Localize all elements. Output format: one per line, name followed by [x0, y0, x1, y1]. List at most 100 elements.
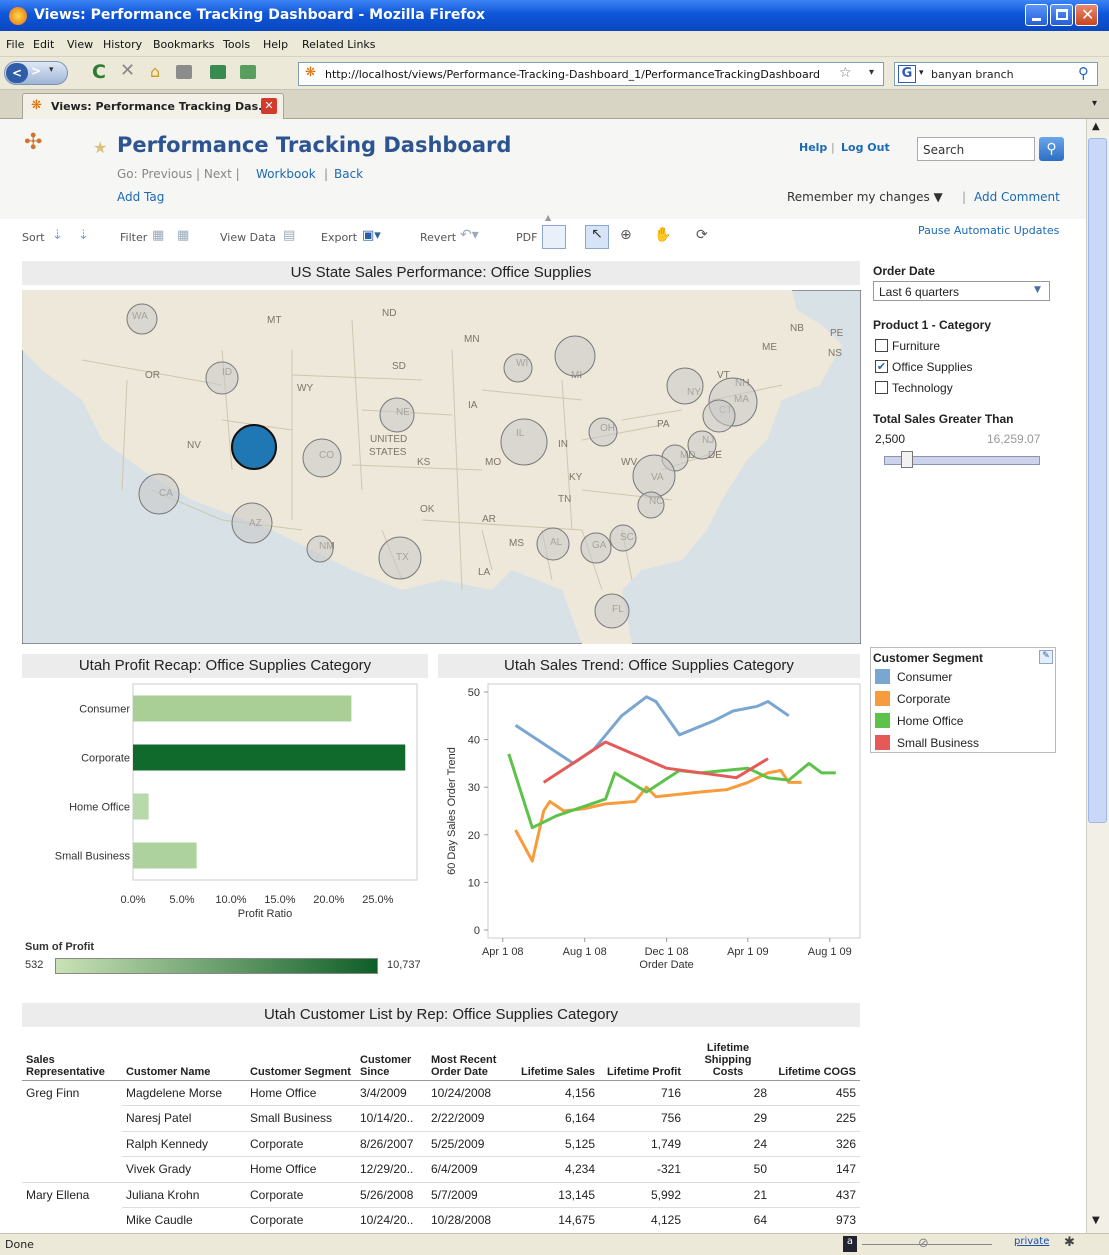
state-bubble-az[interactable]: [231, 502, 273, 544]
home-icon[interactable]: ⌂: [150, 62, 160, 81]
order-date-dropdown-icon[interactable]: ▼: [1034, 285, 1041, 295]
state-bubble-ne[interactable]: [379, 397, 415, 433]
forward-arrow-icon[interactable]: >: [31, 64, 41, 78]
table-row[interactable]: Vivek Grady Home Office 12/29/20.. 6/4/2009…: [22, 1156, 860, 1183]
state-bubble-nj[interactable]: [687, 430, 717, 460]
state-bubble-ny[interactable]: [666, 367, 704, 405]
col-customer-segment[interactable]: Customer Segment: [246, 1030, 356, 1081]
bug-icon[interactable]: ✱: [1064, 1235, 1075, 1250]
tab-list-icon[interactable]: ▾: [1092, 98, 1097, 109]
view-data-icon[interactable]: ▤: [283, 228, 295, 243]
addon-status-icon[interactable]: a: [843, 1236, 857, 1252]
menu-view[interactable]: View: [67, 38, 93, 51]
engine-dropdown-icon[interactable]: ▾: [919, 68, 924, 78]
profit-bar-corporate[interactable]: [133, 744, 406, 771]
office-supplies-checkbox[interactable]: ✔: [875, 360, 888, 373]
browser-tab[interactable]: ❋ Views: Performance Tracking Das... ✕: [22, 93, 284, 119]
col-lifetime-profit[interactable]: Lifetime Profit: [599, 1030, 685, 1081]
state-bubble-nc[interactable]: [637, 491, 665, 519]
us-sales-map[interactable]: WAMTNDMNSDORIDWYNEIAWIMINVUNITEDSTATESKS…: [22, 290, 861, 644]
print-icon[interactable]: [176, 65, 192, 79]
sort-asc-icon[interactable]: ⇣: [52, 228, 63, 243]
workbook-link[interactable]: Workbook: [256, 167, 316, 181]
help-link[interactable]: Help: [799, 141, 827, 154]
stop-icon[interactable]: ✕: [120, 60, 135, 81]
col-sales-rep[interactable]: Sales Representative: [22, 1030, 122, 1081]
favorite-star-icon[interactable]: ★: [93, 138, 107, 157]
view-data-label[interactable]: View Data: [220, 231, 276, 244]
legend-label-corporate[interactable]: Corporate: [897, 692, 950, 706]
state-bubble-fl[interactable]: [594, 593, 630, 629]
state-bubble-nm[interactable]: [306, 535, 334, 563]
scroll-up-icon[interactable]: ▲: [1092, 121, 1100, 132]
bookmark-star-icon[interactable]: ☆: [839, 65, 852, 81]
pause-updates-link[interactable]: Pause Automatic Updates: [918, 224, 1059, 237]
pdf-label[interactable]: PDF: [516, 231, 537, 244]
state-bubble-oh[interactable]: [588, 417, 618, 447]
export-label[interactable]: Export: [321, 231, 357, 244]
url-dropdown-icon[interactable]: ▾: [869, 67, 874, 78]
go-prev-next[interactable]: Go: Previous | Next |: [117, 167, 240, 181]
order-date-select[interactable]: Last 6 quarters ▼: [873, 281, 1050, 301]
state-bubble-mi[interactable]: [554, 335, 596, 377]
legend-label-consumer[interactable]: Consumer: [897, 670, 952, 684]
tab-close-icon[interactable]: ✕: [261, 98, 277, 114]
revert-icon[interactable]: ↶▾: [460, 227, 479, 243]
maximize-button[interactable]: [1050, 4, 1073, 26]
state-bubble-ut[interactable]: [231, 424, 277, 470]
scroll-down-icon[interactable]: ▼: [1092, 1215, 1100, 1226]
site-search-input[interactable]: Search: [917, 137, 1035, 161]
google-icon[interactable]: G: [898, 65, 916, 83]
reload-icon[interactable]: C: [92, 61, 106, 83]
profit-bar-consumer[interactable]: [133, 695, 352, 722]
menu-bookmarks[interactable]: Bookmarks: [153, 38, 214, 51]
sales-trend-chart[interactable]: 0 10 20 30 40 50 Apr 1 08 Aug 1 08 Dec 1 08 Apr 1…: [438, 682, 862, 977]
refresh-data-icon[interactable]: ⟳: [696, 227, 708, 243]
zoom-reset-icon[interactable]: ⊘: [918, 1236, 929, 1251]
profit-bar-chart[interactable]: Consumer Corporate Home Office Small Busine…: [22, 682, 432, 922]
state-bubble-va[interactable]: [632, 454, 676, 498]
table-row[interactable]: Ralph Kennedy Corporate 8/26/2007 5/25/2009…: [22, 1131, 860, 1157]
state-bubble-sc[interactable]: [609, 524, 637, 552]
site-search-button[interactable]: ⚲: [1039, 137, 1064, 161]
profit-bar-home-office[interactable]: [133, 793, 149, 820]
filter-keep-icon[interactable]: ▦: [152, 228, 164, 243]
close-window-button[interactable]: ✕: [1075, 4, 1098, 26]
table-row[interactable]: Mary Ellena Juliana Krohn Corporate 5/26/20…: [22, 1182, 860, 1208]
pdf-print-icon[interactable]: [542, 225, 566, 249]
state-bubble-wa[interactable]: [126, 303, 158, 335]
state-bubble-il[interactable]: [500, 418, 548, 466]
menu-help[interactable]: Help: [263, 38, 288, 51]
pan-tool-icon[interactable]: ✋: [654, 227, 671, 243]
menu-history[interactable]: History: [103, 38, 142, 51]
col-lifetime-cogs[interactable]: Lifetime COGS: [771, 1030, 860, 1081]
legend-label-home-office[interactable]: Home Office: [897, 714, 963, 728]
state-bubble-tx[interactable]: [378, 536, 422, 580]
col-customer-name[interactable]: Customer Name: [122, 1030, 246, 1081]
legend-edit-icon[interactable]: ✎: [1039, 650, 1053, 664]
addon-tool-icon[interactable]: [240, 65, 256, 79]
menu-tools[interactable]: Tools: [223, 38, 250, 51]
technology-checkbox[interactable]: [875, 381, 888, 394]
web-search-magnifier-icon[interactable]: ⚲: [1078, 64, 1089, 82]
remember-changes-dropdown[interactable]: Remember my changes ▼: [787, 190, 943, 204]
col-most-recent-order[interactable]: Most Recent Order Date: [427, 1030, 509, 1081]
filter-exclude-icon[interactable]: ▦: [177, 228, 189, 243]
profit-bar-small-business[interactable]: [133, 842, 197, 869]
add-tag-link[interactable]: Add Tag: [117, 190, 164, 204]
state-bubble-wi[interactable]: [503, 353, 533, 383]
col-lifetime-sales[interactable]: Lifetime Sales: [509, 1030, 599, 1081]
add-comment-link[interactable]: Add Comment: [974, 190, 1060, 204]
col-customer-since[interactable]: Customer Since: [356, 1030, 427, 1081]
menu-file[interactable]: File: [6, 38, 24, 51]
export-icon[interactable]: ▣▾: [362, 228, 381, 243]
bookmark-tool-icon[interactable]: [210, 65, 226, 79]
col-lifetime-shipping[interactable]: Lifetime Shipping Costs: [685, 1030, 771, 1081]
web-search-box[interactable]: G ▾ banyan branch ⚲: [894, 62, 1098, 86]
minimize-button[interactable]: [1025, 4, 1048, 26]
url-bar[interactable]: ❋ http://localhost/views/Performance-Tra…: [298, 62, 884, 86]
sales-slider-thumb[interactable]: [901, 451, 914, 468]
zoom-tool-icon[interactable]: ⊕: [620, 227, 632, 243]
logout-link[interactable]: Log Out: [841, 141, 890, 154]
select-tool-icon[interactable]: ↖: [585, 225, 609, 249]
